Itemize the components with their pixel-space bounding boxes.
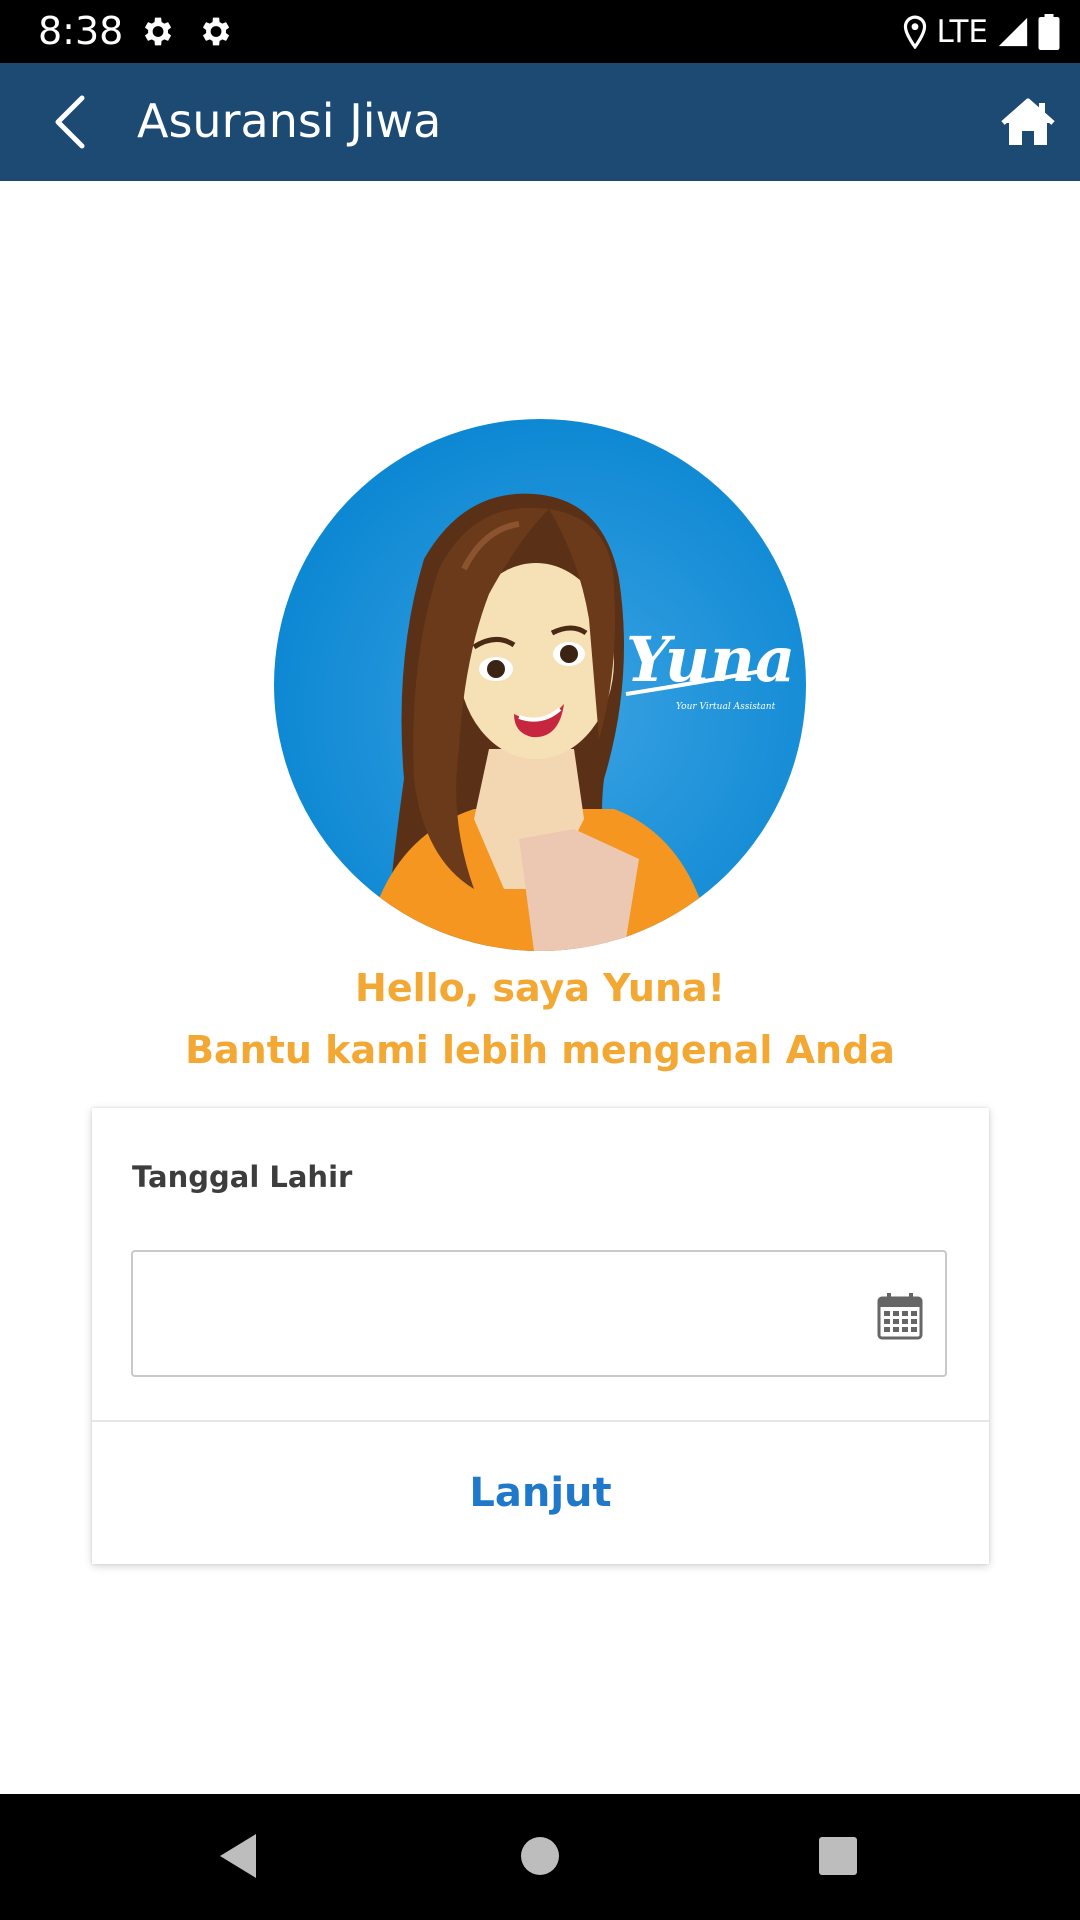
- birthdate-input[interactable]: [131, 1250, 947, 1377]
- page-title: Asuransi Jiwa: [137, 94, 442, 148]
- gear-icon: [144, 17, 172, 46]
- status-time: 8:38: [38, 9, 124, 53]
- home-circle-icon[interactable]: [520, 1836, 560, 1876]
- greeting-line-2: Bantu kami lebih mengenal Anda: [185, 1028, 895, 1072]
- assistant-avatar: Yuna Your Virtual Assistant: [274, 419, 806, 951]
- greeting-line-1: Hello, saya Yuna!: [355, 966, 725, 1010]
- back-arrow-icon[interactable]: [50, 94, 90, 150]
- yuna-tagline: Your Virtual Assistant: [676, 702, 776, 712]
- battery-icon: [1038, 14, 1060, 50]
- calendar-icon[interactable]: [877, 1292, 923, 1340]
- birthdate-label: Tanggal Lahir: [132, 1160, 353, 1194]
- birthdate-card: Tanggal Lahir Lanjut: [92, 1108, 989, 1564]
- status-bar: 8:38 LTE: [0, 0, 1080, 63]
- gear-icon: [202, 17, 230, 46]
- yuna-logo-text: Yuna: [626, 623, 795, 696]
- location-icon: [904, 15, 927, 49]
- home-icon[interactable]: [1001, 97, 1055, 147]
- signal-icon: [998, 17, 1028, 47]
- system-nav-bar: [0, 1794, 1080, 1920]
- app-bar: Asuransi Jiwa: [0, 63, 1080, 181]
- next-button[interactable]: Lanjut: [92, 1422, 989, 1564]
- recents-square-icon[interactable]: [818, 1836, 858, 1876]
- back-triangle-icon[interactable]: [216, 1832, 260, 1880]
- network-type: LTE: [936, 14, 988, 50]
